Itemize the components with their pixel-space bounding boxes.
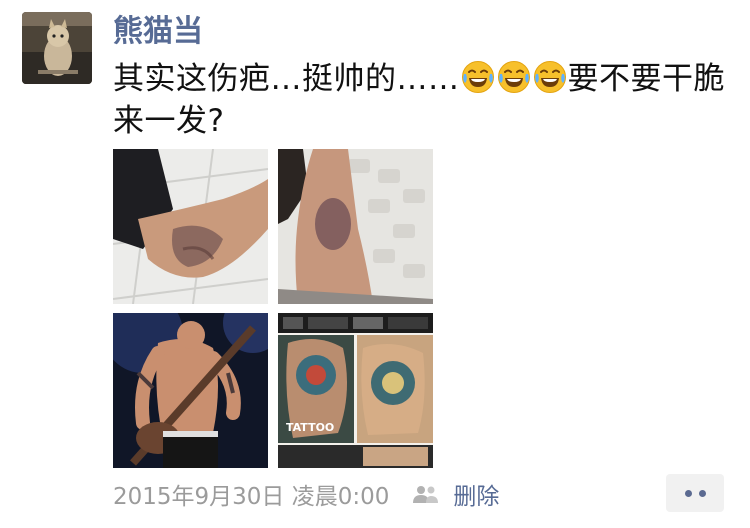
tears-of-joy-icon <box>533 61 566 93</box>
dot <box>698 489 706 497</box>
dot <box>684 489 692 497</box>
moments-post: 熊猫当 其实这伤疤…挺帅的…… 要不要干脆来一发? TATTOO 2015年9月… <box>0 0 750 528</box>
tears-of-joy-icon <box>497 61 530 93</box>
photo-elbow-scar-2[interactable] <box>278 149 433 304</box>
tears-of-joy-icon <box>461 61 494 93</box>
delete-button[interactable]: 删除 <box>453 477 499 511</box>
photo-elbow-scar-1[interactable] <box>113 149 268 304</box>
more-dots-icon[interactable] <box>666 474 724 512</box>
username[interactable]: 熊猫当 <box>113 12 203 52</box>
post-footer: 2015年9月30日 凌晨0:00 删除 <box>113 477 499 511</box>
tattoo-caption: TATTOO <box>286 421 334 434</box>
timestamp: 2015年9月30日 凌晨0:00 <box>113 484 390 510</box>
post-text-before: 其实这伤疤…挺帅的…… <box>113 61 460 97</box>
photo-guitarist-tattoo[interactable] <box>113 313 268 468</box>
post-text: 其实这伤疤…挺帅的…… 要不要干脆来一发? <box>113 58 733 142</box>
image-grid: TATTOO <box>113 149 433 469</box>
avatar[interactable] <box>22 12 92 84</box>
people-icon <box>413 486 439 503</box>
photo-tattoo-collage[interactable]: TATTOO <box>278 313 433 468</box>
